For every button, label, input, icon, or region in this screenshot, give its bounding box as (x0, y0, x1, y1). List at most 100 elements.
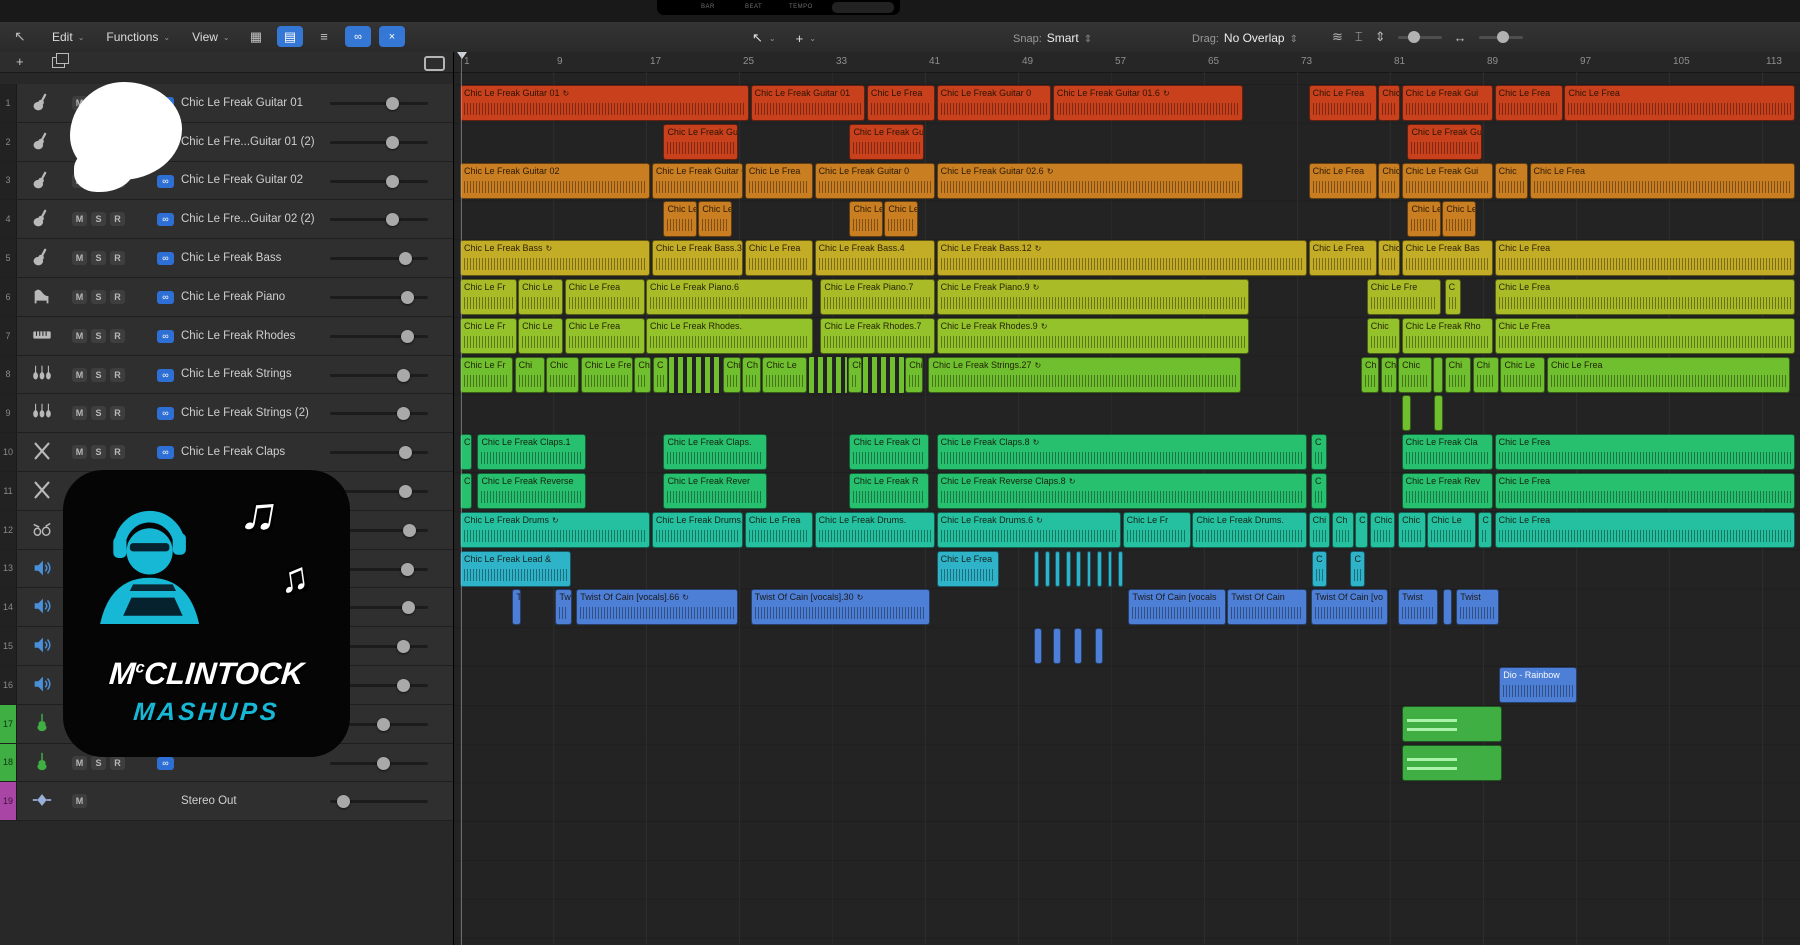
track-header[interactable]: 19 M Stereo Out (0, 782, 453, 821)
track-header[interactable]: 8 MSR ∞ Chic Le Freak Strings (0, 356, 453, 395)
region[interactable]: Ch (1361, 357, 1379, 393)
volume-knob[interactable] (399, 446, 412, 459)
track-header[interactable]: 7 MSR ∞ Chic Le Freak Rhodes (0, 317, 453, 356)
volume-knob[interactable] (397, 369, 410, 382)
region[interactable]: Chic Le Freak Rhodes.9↻ (937, 318, 1249, 354)
region[interactable]: Chic Le Freak Drums.6↻ (937, 512, 1122, 548)
region[interactable] (1074, 628, 1082, 664)
mute-button[interactable]: M (72, 212, 87, 226)
region[interactable]: Twist Of Cain [vocals].30↻ (751, 589, 931, 625)
apple-loops-icon[interactable]: ∞ (345, 26, 371, 47)
region[interactable]: Chic Le Frea (745, 163, 813, 199)
region[interactable]: Chic (1378, 240, 1400, 276)
region[interactable]: Chic Le Frea (565, 318, 645, 354)
region[interactable]: Chi (1473, 357, 1499, 393)
flex-tool-icon[interactable]: × (379, 26, 405, 47)
volume-knob[interactable] (401, 291, 414, 304)
mute-button[interactable]: M (72, 368, 87, 382)
region[interactable]: Chic Le (698, 201, 731, 237)
region[interactable]: Ch (742, 357, 760, 393)
region[interactable]: Chic (1367, 318, 1400, 354)
region[interactable]: Tw (555, 589, 572, 625)
region[interactable]: C (653, 357, 668, 393)
region[interactable]: Chic Le Freak Bass.3 (652, 240, 744, 276)
region[interactable]: Chic Le Frea (1495, 512, 1796, 548)
solo-button[interactable]: S (91, 756, 106, 770)
region[interactable]: Chic Le Frea (1547, 357, 1790, 393)
functions-menu[interactable]: Functions⌄ (106, 30, 170, 44)
region[interactable]: Chic (546, 357, 579, 393)
region[interactable]: C (1350, 551, 1365, 587)
region[interactable]: Chic Le Freak Piano.7 (820, 279, 935, 315)
region[interactable]: Chic Le (1427, 512, 1475, 548)
region[interactable]: Chic Le Freak Guitar 01.6↻ (1053, 85, 1243, 121)
volume-knob[interactable] (377, 718, 390, 731)
region[interactable] (1118, 551, 1123, 587)
volume-slider[interactable] (330, 84, 434, 122)
region[interactable]: Chic Le Fre (581, 357, 633, 393)
volume-knob[interactable] (397, 679, 410, 692)
vertical-zoom-slider[interactable] (1398, 36, 1442, 39)
region[interactable] (669, 357, 721, 393)
region[interactable]: Chic Le Freak Guitar 01 (751, 85, 866, 121)
ibeam-icon[interactable]: ⌶ (1355, 29, 1363, 45)
region[interactable]: Chic Le Freak Guitar 01↻ (460, 85, 749, 121)
track-header[interactable]: 4 MSR ∞ Chic Le Fre...Guitar 02 (2) (0, 200, 453, 239)
volume-knob[interactable] (386, 97, 399, 110)
region[interactable]: C (1445, 279, 1461, 315)
region[interactable] (1034, 628, 1042, 664)
solo-button[interactable]: S (91, 212, 106, 226)
region[interactable]: Chic Le Freak Drums↻ (460, 512, 650, 548)
region[interactable]: Chic (1495, 163, 1528, 199)
region[interactable]: Chic Le Frea (745, 240, 813, 276)
region[interactable] (1045, 551, 1050, 587)
region[interactable]: Chic Le (849, 201, 882, 237)
playhead[interactable] (461, 52, 462, 945)
region[interactable]: Chic Le Freak Drums. (815, 512, 936, 548)
region[interactable]: Twist Of Cain [vo (1311, 589, 1389, 625)
region[interactable]: Chic Le (518, 318, 563, 354)
volume-knob[interactable] (386, 213, 399, 226)
region[interactable]: Chi (723, 357, 741, 393)
volume-knob[interactable] (386, 136, 399, 149)
solo-button[interactable]: S (91, 290, 106, 304)
region[interactable] (1108, 551, 1113, 587)
region[interactable]: Chic Le Freak Rho (1402, 318, 1494, 354)
mute-button[interactable]: M (72, 406, 87, 420)
region[interactable]: Chic (634, 357, 651, 393)
volume-slider[interactable] (330, 433, 434, 471)
region[interactable]: Chic Le Freak Drums. (1192, 512, 1307, 548)
region[interactable]: Chic Le (663, 201, 696, 237)
region[interactable]: Chic Le Frea (867, 85, 935, 121)
snap-select[interactable]: Snap:Smart⇕ (1013, 31, 1092, 45)
record-enable-button[interactable]: R (110, 329, 125, 343)
pointer-tool-icon[interactable]: ↖ (752, 30, 763, 46)
drag-select[interactable]: Drag:No Overlap⇕ (1192, 31, 1298, 45)
region[interactable]: Chic (1378, 85, 1400, 121)
region[interactable]: Chic Le Freak Cla (1402, 434, 1494, 470)
solo-button[interactable]: S (91, 406, 106, 420)
region[interactable]: Chic Le Freak Rhodes. (646, 318, 813, 354)
region[interactable]: Twist Of Cain (1227, 589, 1307, 625)
region[interactable]: C (1478, 512, 1492, 548)
region[interactable]: Chic Le Freak Guit (1407, 124, 1481, 160)
mute-button[interactable]: M (72, 329, 87, 343)
region[interactable]: Chic Le Frea (1530, 163, 1796, 199)
region[interactable]: Chic Le Freak Lead & (460, 551, 571, 587)
region[interactable]: T (512, 589, 521, 625)
region[interactable]: Chic Le Freak Claps.1 (477, 434, 586, 470)
region[interactable] (1034, 551, 1039, 587)
region[interactable]: Chi (515, 357, 545, 393)
track-header[interactable]: 9 MSR ∞ Chic Le Freak Strings (2) (0, 394, 453, 433)
region[interactable]: Chic Le Freak Guit (663, 124, 737, 160)
region[interactable]: Chic Le Freak R (849, 473, 929, 509)
region[interactable]: C (1355, 512, 1367, 548)
region[interactable]: Chic Le Freak Guitar 02 (460, 163, 650, 199)
region[interactable]: Chic (1398, 357, 1431, 393)
region[interactable] (1097, 551, 1102, 587)
volume-knob[interactable] (401, 563, 414, 576)
track-header[interactable]: 10 MSR ∞ Chic Le Freak Claps (0, 433, 453, 472)
volume-knob[interactable] (401, 330, 414, 343)
region[interactable]: Chic Le Frea (1309, 85, 1377, 121)
region[interactable]: Chic Le Frea (745, 512, 813, 548)
